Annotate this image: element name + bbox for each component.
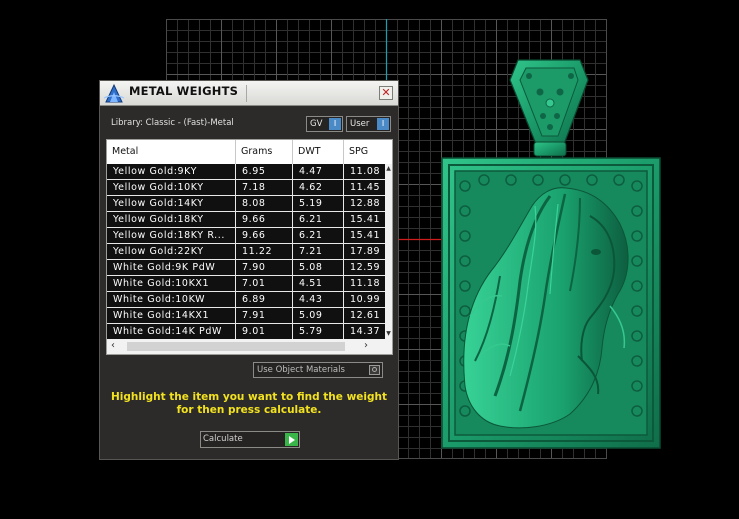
cell-spg: 11.08: [350, 166, 381, 177]
cell-dwt: 4.51: [293, 276, 344, 291]
cell-metal: Yellow Gold:18KY R...: [107, 228, 236, 243]
cell-grams: 11.22: [236, 244, 293, 259]
cell-dwt: 5.19: [293, 196, 344, 211]
table-body: Yellow Gold:9KY 6.95 4.47 11.08 Yellow Gold:…: [107, 164, 385, 339]
cell-spg: 12.61: [350, 310, 381, 321]
column-header-dwt[interactable]: DWT: [293, 140, 344, 164]
cell-spg: 15.41: [350, 230, 381, 241]
vertical-scrollbar[interactable]: ▲ ▼: [385, 164, 392, 339]
column-header-metal[interactable]: Metal: [107, 140, 236, 164]
library-label: Library: Classic - (Fast)-Metal: [111, 118, 234, 128]
use-object-materials-label: Use Object Materials: [257, 365, 345, 375]
user-toggle-indicator-icon: I: [377, 118, 389, 130]
table-row[interactable]: Yellow Gold:10KY 7.18 4.62 11.45: [107, 180, 385, 196]
cell-metal: White Gold:14K PdW: [107, 324, 236, 339]
column-header-spg[interactable]: SPG: [344, 140, 392, 164]
gv-toggle-indicator-icon: I: [329, 118, 341, 130]
cell-grams: 8.08: [236, 196, 293, 211]
cell-spg: 10.99: [350, 294, 381, 305]
cell-metal: White Gold:10KX1: [107, 276, 236, 291]
cell-grams: 7.01: [236, 276, 293, 291]
scroll-up-icon[interactable]: ▲: [385, 165, 392, 173]
horse-pendant-model[interactable]: [440, 56, 662, 451]
table-row[interactable]: White Gold:10KW 6.89 4.43 10.99: [107, 292, 385, 308]
cell-metal: White Gold:10KW: [107, 292, 236, 307]
user-toggle-label: User: [350, 119, 370, 129]
horizontal-scrollbar[interactable]: ‹ ›: [107, 339, 392, 354]
table-row[interactable]: Yellow Gold:14KY 8.08 5.19 12.88: [107, 196, 385, 212]
cell-spg: 11.45: [350, 182, 381, 193]
user-toggle[interactable]: User I: [346, 116, 391, 132]
table-header: Metal Grams DWT SPG: [107, 140, 392, 164]
table-row[interactable]: White Gold:14KX1 7.91 5.09 12.61: [107, 308, 385, 324]
metal-weights-dialog: METAL WEIGHTS ✕ Library: Classic - (Fast…: [99, 80, 399, 460]
cell-dwt: 5.79: [293, 324, 344, 339]
table-row[interactable]: Yellow Gold:18KY R... 9.66 6.21 15.41: [107, 228, 385, 244]
cell-grams: 7.91: [236, 308, 293, 323]
titlebar-divider: [246, 85, 247, 102]
cell-dwt: 5.09: [293, 308, 344, 323]
table-row[interactable]: White Gold:9K PdW 7.90 5.08 12.59: [107, 260, 385, 276]
cell-dwt: 5.08: [293, 260, 344, 275]
cell-metal: White Gold:9K PdW: [107, 260, 236, 275]
play-icon: [285, 433, 298, 446]
close-button[interactable]: ✕: [379, 86, 393, 100]
cell-grams: 9.01: [236, 324, 293, 339]
scroll-left-icon[interactable]: ‹: [111, 340, 115, 351]
metal-weights-app-icon: [103, 83, 125, 103]
table-row[interactable]: Yellow Gold:18KY 9.66 6.21 15.41: [107, 212, 385, 228]
scroll-down-icon[interactable]: ▼: [385, 330, 392, 338]
instruction-line-2: for then press calculate.: [176, 404, 322, 416]
column-header-grams[interactable]: Grams: [236, 140, 293, 164]
cell-spg: 11.18: [350, 278, 381, 289]
instruction-text: Highlight the item you want to find the …: [100, 391, 398, 417]
cell-grams: 9.66: [236, 228, 293, 243]
cell-grams: 6.89: [236, 292, 293, 307]
cell-spg: 12.59: [350, 262, 381, 273]
table-row[interactable]: White Gold:10KX1 7.01 4.51 11.18: [107, 276, 385, 292]
cell-metal: White Gold:14KX1: [107, 308, 236, 323]
table-row[interactable]: Yellow Gold:9KY 6.95 4.47 11.08: [107, 164, 385, 180]
gv-toggle-label: GV: [310, 119, 323, 129]
cell-grams: 9.66: [236, 212, 293, 227]
cell-metal: Yellow Gold:10KY: [107, 180, 236, 195]
cell-dwt: 4.47: [293, 164, 344, 179]
cell-metal: Yellow Gold:22KY: [107, 244, 236, 259]
cell-dwt: 4.62: [293, 180, 344, 195]
cell-dwt: 6.21: [293, 228, 344, 243]
cell-metal: Yellow Gold:18KY: [107, 212, 236, 227]
cell-metal: Yellow Gold:14KY: [107, 196, 236, 211]
metal-weights-table: Metal Grams DWT SPG Yellow Gold:9KY 6.95 4…: [106, 139, 393, 355]
table-row[interactable]: Yellow Gold:22KY 11.22 7.21 17.89: [107, 244, 385, 260]
calculate-label: Calculate: [203, 434, 243, 444]
cell-spg: 15.41: [350, 214, 381, 225]
cell-metal: Yellow Gold:9KY: [107, 164, 236, 179]
close-icon: ✕: [381, 86, 391, 99]
pendant-bail: [509, 59, 589, 157]
use-object-materials-checkbox[interactable]: Use Object Materials: [253, 362, 383, 378]
cell-dwt: 6.21: [293, 212, 344, 227]
cell-dwt: 4.43: [293, 292, 344, 307]
cell-grams: 7.90: [236, 260, 293, 275]
cell-grams: 7.18: [236, 180, 293, 195]
cell-spg: 17.89: [350, 246, 381, 257]
table-row[interactable]: White Gold:14K PdW 9.01 5.79 14.37: [107, 324, 385, 339]
cell-spg: 12.88: [350, 198, 381, 209]
horizontal-scroll-thumb[interactable]: [127, 342, 345, 351]
dialog-title: METAL WEIGHTS: [129, 84, 239, 98]
cell-spg: 14.37: [350, 326, 381, 337]
gv-toggle[interactable]: GV I: [306, 116, 343, 132]
cell-grams: 6.95: [236, 164, 293, 179]
calculate-button[interactable]: Calculate: [200, 431, 300, 448]
scroll-right-icon[interactable]: ›: [364, 340, 368, 351]
dialog-titlebar[interactable]: METAL WEIGHTS ✕: [100, 81, 398, 106]
instruction-line-1: Highlight the item you want to find the …: [111, 391, 387, 403]
checkbox-icon[interactable]: [369, 365, 380, 375]
cell-dwt: 7.21: [293, 244, 344, 259]
